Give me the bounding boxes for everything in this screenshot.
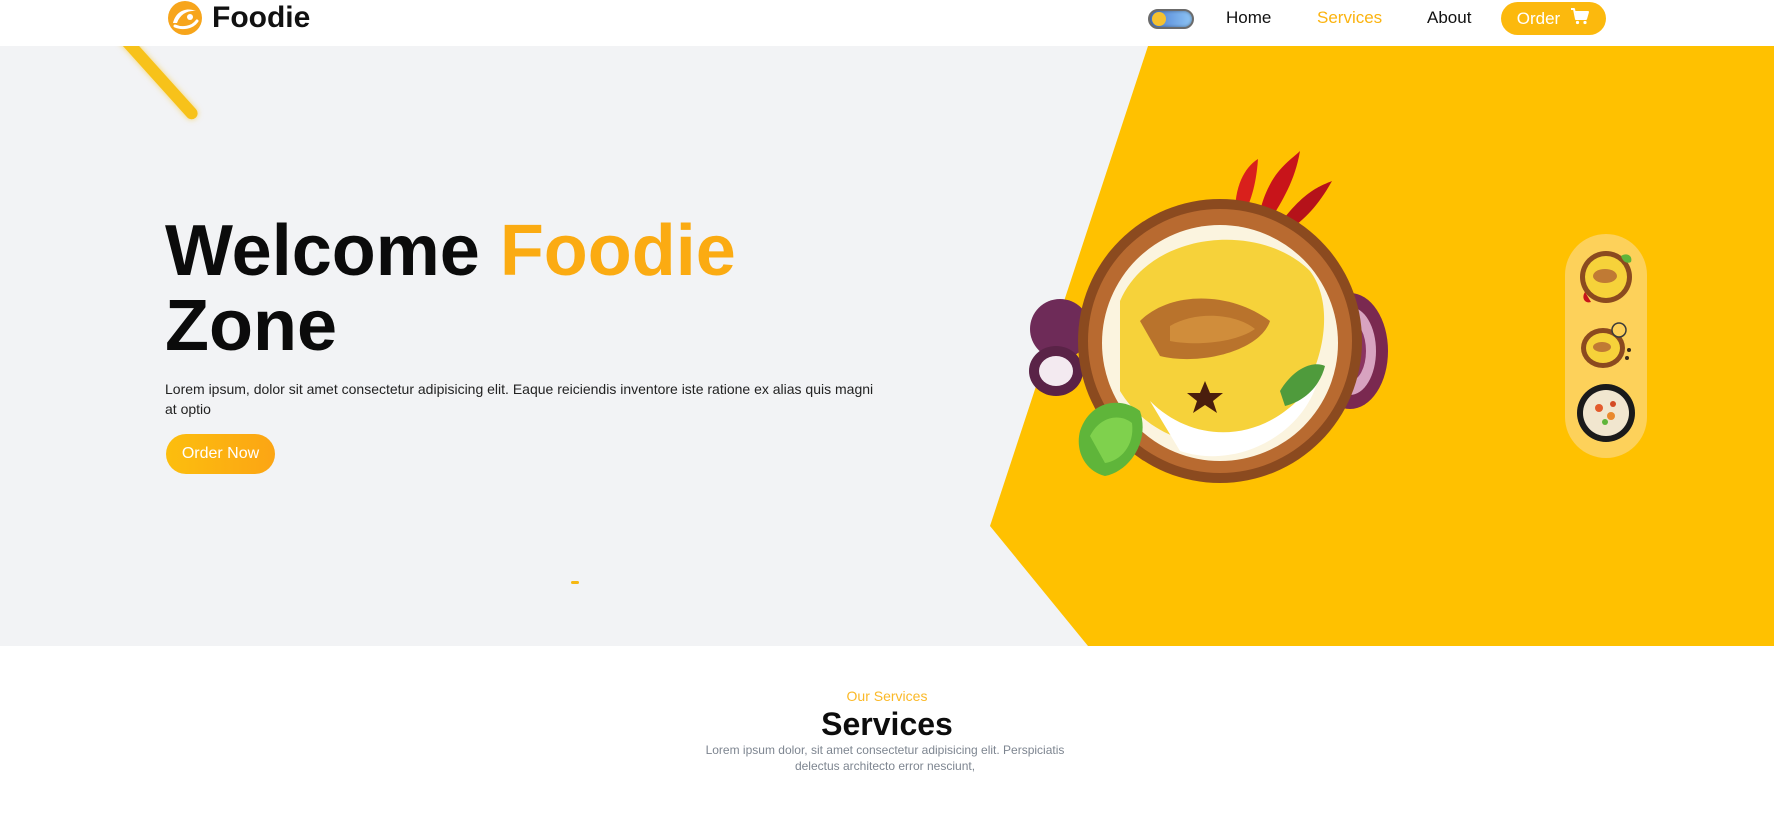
- brand-name: Foodie: [212, 1, 311, 34]
- thumbnail-strip: [1565, 234, 1647, 458]
- hero-title: Welcome Foodie Zone: [165, 214, 865, 364]
- navbar: Foodie Home Services About Order: [0, 0, 1774, 46]
- hero-title-part2: Zone: [165, 286, 337, 366]
- biryani-thumb-3[interactable]: [1575, 382, 1637, 444]
- services-section: Our Services Services Lorem ipsum dolor,…: [0, 646, 1774, 819]
- hero-section: Welcome Foodie Zone Lorem ipsum, dolor s…: [0, 46, 1774, 646]
- logo[interactable]: Foodie: [166, 0, 310, 36]
- services-description: Lorem ipsum dolor, sit amet consectetur …: [705, 743, 1065, 773]
- nav-services[interactable]: Services: [1317, 8, 1382, 28]
- hero-description: Lorem ipsum, dolor sit amet consectetur …: [165, 381, 874, 417]
- hero-title-accent: Foodie: [499, 211, 736, 291]
- order-button-label: Order: [1516, 8, 1561, 28]
- cart-icon: [1570, 7, 1590, 30]
- services-title: Services: [821, 706, 953, 742]
- nav-home[interactable]: Home: [1226, 8, 1271, 28]
- biryani-thumb-1[interactable]: [1575, 246, 1637, 308]
- order-button[interactable]: Order: [1501, 2, 1606, 35]
- decorative-dot: [571, 581, 579, 584]
- spoon-fork-logo-icon: [166, 0, 204, 37]
- toggle-knob: [1152, 12, 1166, 26]
- services-kicker: Our Services: [846, 688, 928, 704]
- theme-toggle-icon[interactable]: [1148, 9, 1194, 29]
- nav-about[interactable]: About: [1427, 8, 1471, 28]
- order-now-button[interactable]: Order Now: [166, 434, 275, 474]
- biryani-plate-image: [1029, 151, 1388, 483]
- hero-title-part1: Welcome: [165, 211, 480, 291]
- biryani-thumb-2[interactable]: [1575, 314, 1637, 376]
